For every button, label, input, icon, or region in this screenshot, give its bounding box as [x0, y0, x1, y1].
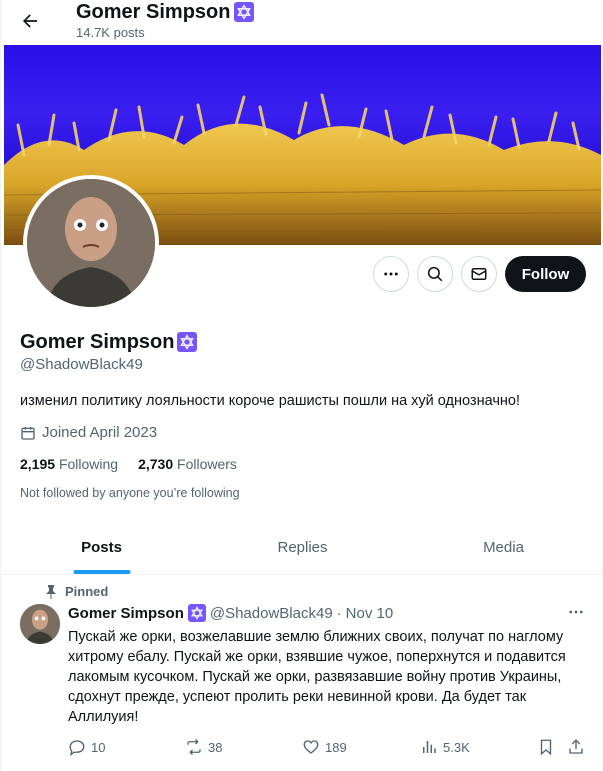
reply-button[interactable]: 10: [68, 737, 105, 757]
views-count: 5.3K: [443, 739, 470, 755]
follow-button[interactable]: Follow: [505, 256, 586, 292]
more-button[interactable]: [373, 256, 409, 292]
tweet-avatar[interactable]: [20, 604, 60, 644]
tab-label: Media: [483, 538, 524, 556]
profile-display-name: Gomer Simpson: [20, 331, 175, 353]
tab-replies[interactable]: Replies: [202, 520, 403, 574]
share-button[interactable]: [567, 737, 585, 757]
message-button[interactable]: [461, 256, 497, 292]
pin-icon: [46, 584, 56, 599]
header-name: Gomer Simpson: [76, 1, 231, 23]
tab-posts[interactable]: Posts: [1, 520, 202, 574]
joined-date: Joined April 2023: [20, 424, 157, 441]
followers-link[interactable]: 2,730 Followers: [138, 456, 237, 472]
tab-label: Posts: [81, 538, 122, 556]
back-button[interactable]: [13, 4, 47, 38]
tweet-date[interactable]: Nov 10: [346, 605, 394, 622]
profile-name: Gomer Simpson: [20, 330, 198, 354]
followers-count: 2,730: [138, 456, 174, 472]
avatar-image: [27, 179, 155, 307]
tab-label: Replies: [277, 538, 328, 556]
profile-avatar[interactable]: [23, 175, 159, 311]
follow-stats: 2,195 Following 2,730 Followers: [20, 456, 237, 472]
more-icon: [384, 272, 398, 276]
views-icon: [423, 741, 436, 753]
reply-count: 10: [91, 739, 106, 755]
profile-handle: @ShadowBlack49: [20, 356, 143, 373]
repost-button[interactable]: 38: [185, 737, 222, 757]
active-tab-indicator: [73, 570, 130, 574]
following-count: 2,195: [20, 456, 56, 472]
star-of-david-icon: [234, 2, 255, 22]
like-count: 189: [325, 739, 347, 755]
top-bar: Gomer Simpson 14.7K posts: [1, 0, 603, 46]
followers-label: Followers: [177, 456, 237, 472]
repost-count: 38: [208, 739, 223, 755]
pinned-indicator: Pinned: [45, 584, 108, 599]
posts-count: 14.7K posts: [76, 25, 145, 40]
arrow-left-icon: [23, 14, 38, 28]
more-icon: [569, 610, 583, 614]
heart-icon: [303, 740, 319, 754]
repost-icon: [187, 739, 201, 755]
tweet-text: Пускай же орки, возжелавшие землю ближни…: [68, 629, 566, 725]
profile-page: Gomer Simpson 14.7K posts Follow Gomer S…: [0, 0, 603, 771]
joined-text: Joined April 2023: [42, 424, 158, 441]
share-icon: [569, 739, 583, 754]
tweet-separator: ·: [336, 604, 342, 622]
profile-bio: изменил политику лояльности короче рашис…: [20, 393, 520, 409]
mail-icon: [471, 268, 487, 280]
search-icon: [427, 266, 443, 282]
like-button[interactable]: 189: [302, 737, 347, 757]
header-title: Gomer Simpson: [76, 0, 255, 24]
tweet-header: Gomer Simpson @ShadowBlack49 · Nov 10: [68, 604, 393, 622]
bookmark-button[interactable]: [537, 737, 555, 757]
tweet-more-button[interactable]: [564, 602, 588, 622]
star-of-david-icon: [187, 604, 206, 622]
tab-media[interactable]: Media: [403, 520, 603, 574]
tweet-author-name[interactable]: Gomer Simpson: [68, 605, 184, 622]
views-button[interactable]: 5.3K: [420, 737, 470, 757]
tweet-author-handle[interactable]: @ShadowBlack49: [210, 605, 333, 622]
bookmark-icon: [540, 739, 552, 756]
search-button[interactable]: [417, 256, 453, 292]
calendar-icon: [21, 426, 35, 440]
reply-icon: [69, 740, 85, 756]
star-of-david-icon: [177, 332, 198, 352]
profile-tabs: Posts Replies Media: [1, 520, 603, 575]
pinned-label: Pinned: [65, 584, 109, 599]
not-followed-note: Not followed by anyone you’re following: [20, 486, 240, 500]
following-link[interactable]: 2,195 Following: [20, 456, 118, 472]
following-label: Following: [58, 456, 119, 472]
